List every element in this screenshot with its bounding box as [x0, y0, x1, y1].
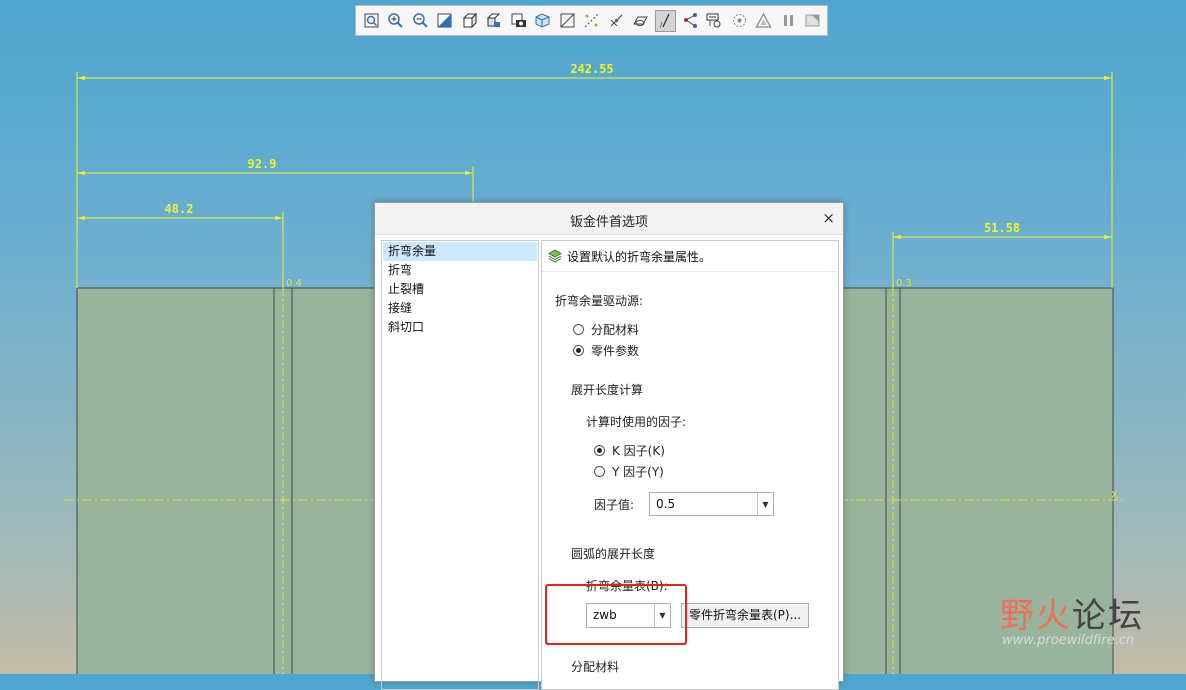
pause-icon[interactable] — [778, 10, 799, 32]
warning-triangle-icon[interactable] — [753, 10, 774, 32]
radio-label: 分配材料 — [591, 323, 640, 337]
view-orientation-icon[interactable] — [459, 10, 480, 32]
developed-length-label: 展开长度计算 — [571, 383, 644, 397]
sheetmetal-layers-icon — [548, 249, 562, 263]
active-tool-icon[interactable]: / — [655, 9, 676, 32]
factor-value-combo[interactable]: 0.5 ▼ — [649, 492, 774, 516]
watermark-url: www.proewildfire.cn — [1002, 633, 1135, 648]
svg-text:/: / — [660, 21, 663, 29]
arc-developed-length-label: 圆弧的展开长度 — [571, 547, 656, 561]
radio-indicator — [573, 324, 584, 335]
axis-label: X — [1111, 490, 1118, 501]
radio-indicator — [594, 466, 605, 477]
radio-y-factor[interactable]: Y 因子(Y) — [594, 463, 664, 480]
factor-used-label: 计算时使用的因子: — [586, 415, 687, 429]
dimension-left[interactable]: 48.2 — [77, 202, 283, 220]
bend-label: 0.3 — [896, 278, 912, 289]
nav-item-corner-relief[interactable]: 斜切口 — [383, 318, 537, 337]
highlight-annotation — [545, 584, 687, 645]
display-style-icon[interactable] — [533, 10, 554, 32]
saved-views-icon[interactable] — [484, 10, 505, 32]
shading-icon[interactable] — [435, 10, 456, 32]
datum-point-icon[interactable] — [606, 10, 627, 32]
refit-icon[interactable] — [802, 10, 823, 32]
network-icon[interactable] — [680, 10, 701, 32]
radio-k-factor[interactable]: K 因子(K) — [594, 442, 665, 459]
dialog-title: 钣金件首选项 — [569, 215, 648, 230]
dimension-value: 92.9 — [248, 157, 277, 171]
csys-icon[interactable] — [631, 10, 652, 32]
radio-indicator-selected — [594, 445, 605, 456]
chevron-down-icon[interactable]: ▼ — [757, 493, 773, 515]
dialog-titlebar[interactable]: 钣金件首选项 × — [375, 203, 843, 235]
spin-center-icon[interactable] — [729, 10, 750, 32]
zoom-out-icon[interactable] — [410, 10, 431, 32]
nav-item-bend[interactable]: 折弯 — [383, 261, 537, 280]
zoom-in-icon[interactable] — [386, 10, 407, 32]
nav-item-bend-allowance[interactable]: 折弯余量 — [383, 242, 537, 261]
dimension-value: 242.55 — [570, 62, 613, 76]
dimension-mid[interactable]: 92.9 — [77, 157, 473, 175]
factor-value-label: 因子值: — [594, 498, 635, 512]
preferences-nav-list: 折弯余量 折弯 止裂槽 接缝 斜切口 — [381, 240, 539, 690]
camera-icon[interactable] — [508, 10, 529, 32]
zoom-fit-icon[interactable] — [361, 10, 382, 32]
dimension-right[interactable]: 51.58 — [893, 221, 1112, 239]
close-button[interactable]: × — [822, 208, 835, 228]
radio-label: 零件参数 — [591, 344, 640, 358]
radio-label: Y 因子(Y) — [612, 465, 664, 479]
radio-part-parameters[interactable]: 零件参数 — [573, 342, 639, 359]
nav-item-rip[interactable]: 接缝 — [383, 299, 537, 318]
part-bend-table-button[interactable]: 零件折弯余量表(P)... — [681, 603, 809, 628]
dimension-value: 51.58 — [984, 221, 1020, 235]
combo-value: 0.5 — [656, 497, 676, 511]
panel-header: 设置默认的折弯余量属性。 — [542, 241, 838, 272]
nav-item-relief[interactable]: 止裂槽 — [383, 280, 537, 299]
dimension-overall[interactable]: 242.55 — [77, 62, 1112, 80]
graphics-toolbar: / — [355, 5, 828, 36]
bend-label: 0.4 — [286, 278, 302, 289]
radio-label: K 因子(K) — [612, 444, 665, 458]
datum-axis-icon[interactable] — [582, 10, 603, 32]
panel-header-text: 设置默认的折弯余量属性。 — [567, 249, 712, 264]
watermark-logo: 野火论坛 — [1000, 596, 1144, 636]
radio-indicator-selected — [573, 345, 584, 356]
radio-assign-material[interactable]: 分配材料 — [573, 321, 639, 338]
dimension-value: 48.2 — [165, 202, 194, 216]
driver-source-label: 折弯余量驱动源: — [555, 294, 644, 308]
forum-watermark: 野火论坛 www.proewildfire.cn — [1000, 588, 1144, 648]
assign-material-label: 分配材料 — [571, 660, 620, 674]
datum-plane-icon[interactable] — [557, 10, 578, 32]
annotation-icon[interactable] — [704, 10, 725, 32]
